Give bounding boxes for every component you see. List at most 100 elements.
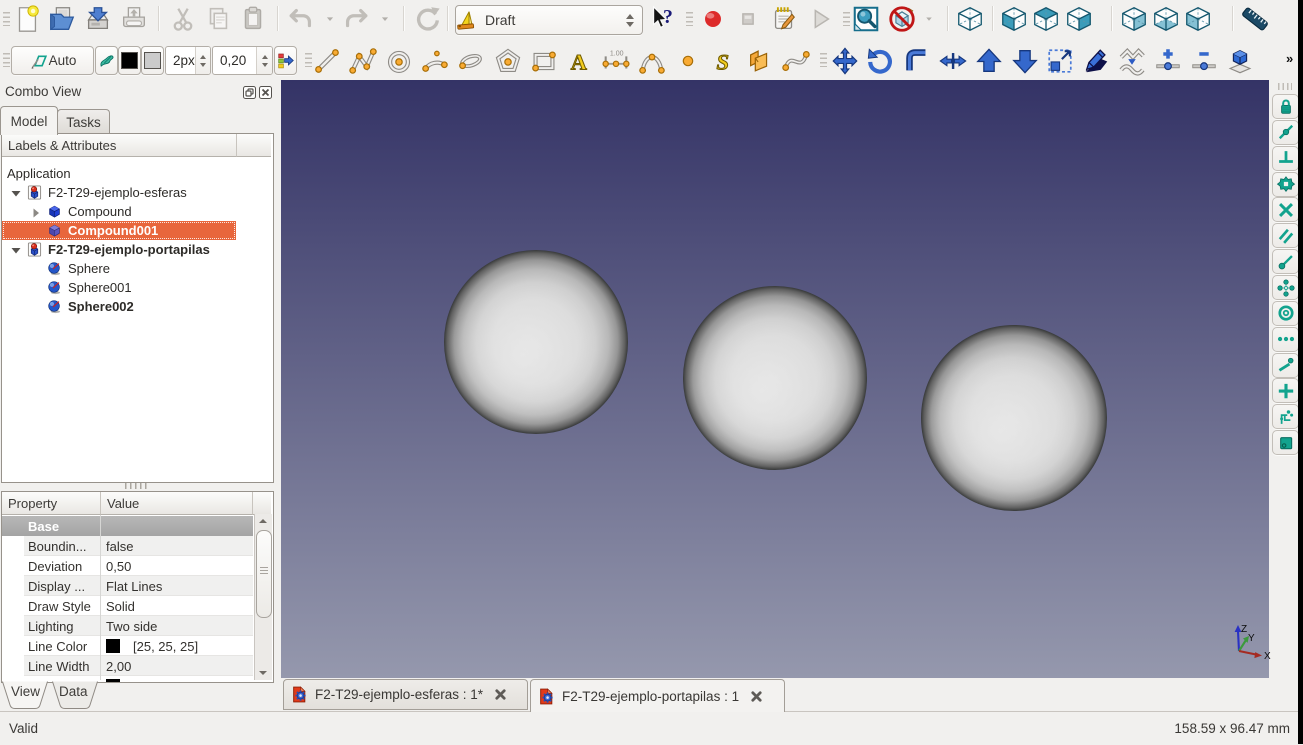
property-row-boundin-[interactable]: Boundin...false (2, 536, 253, 556)
new-document-button[interactable] (10, 2, 44, 36)
view-axonometric-button[interactable] (953, 2, 987, 36)
snap-ortho-button[interactable] (1272, 378, 1299, 403)
snap-lock-button[interactable] (1272, 94, 1299, 119)
tab-view[interactable]: View (11, 684, 40, 699)
close-tab-icon[interactable] (493, 688, 507, 702)
view-front-button[interactable] (997, 2, 1031, 36)
whats-this-button[interactable]: ? (646, 2, 680, 36)
property-row-line-color[interactable]: Line Color[25, 25, 25] (2, 636, 253, 656)
snap-midpoint-button[interactable] (1272, 120, 1299, 145)
draft-edit-button[interactable] (1079, 45, 1113, 77)
draft-circle-button[interactable] (382, 45, 416, 77)
fit-all-button[interactable] (849, 2, 883, 36)
copy-button[interactable] (201, 2, 235, 36)
tree-item-sphere002[interactable]: Sphere002 (2, 297, 273, 316)
construction-mode-button[interactable] (274, 46, 297, 75)
measure-distance-button[interactable] (1238, 2, 1272, 36)
collapse-arrow-icon[interactable] (30, 207, 39, 216)
toolbar-handle[interactable] (3, 53, 10, 67)
workbench-selector[interactable]: Draft (455, 5, 643, 35)
3d-viewport[interactable]: Z Y X (281, 80, 1269, 678)
snap-grid-button[interactable] (1272, 172, 1299, 197)
draft-upgrade-button[interactable] (972, 45, 1006, 77)
draw-style-dropdown-button[interactable] (921, 2, 937, 36)
undo-dropdown-button[interactable] (321, 2, 339, 36)
draft-bezier-button[interactable] (779, 45, 813, 77)
draft-text-button[interactable]: A (563, 45, 597, 77)
property-row-deviation[interactable]: Deviation0,50 (2, 556, 253, 576)
draft-wire-to-bspline-button[interactable] (1115, 45, 1149, 77)
draft-trimex-button[interactable] (936, 45, 970, 77)
save-document-button[interactable] (81, 2, 115, 36)
value-column-header[interactable]: Value (101, 492, 253, 515)
face-color-swatch[interactable] (141, 46, 164, 75)
toolbar-handle[interactable] (686, 12, 693, 26)
draft-scale-button[interactable] (1043, 45, 1077, 77)
tree-item-sphere[interactable]: Sphere (2, 259, 273, 278)
toolbar-overflow-indicator[interactable]: » (1286, 51, 1291, 66)
tab-model[interactable]: Model (0, 106, 58, 135)
float-button[interactable] (243, 86, 256, 99)
snap-endpoint-button[interactable] (1272, 249, 1299, 274)
draft-dimension-button[interactable]: 1.00 (599, 45, 633, 77)
tab-tasks[interactable]: Tasks (57, 109, 110, 134)
scrollbar-thumb[interactable] (256, 530, 272, 618)
draft-offset-button[interactable] (900, 45, 934, 77)
undo-button[interactable] (284, 2, 318, 36)
property-row-line-width[interactable]: Line Width2,00 (2, 656, 253, 676)
scroll-up-icon[interactable] (255, 514, 271, 528)
snap-toolbar-handle[interactable] (1278, 83, 1292, 90)
draft-move-button[interactable] (828, 45, 862, 77)
snap-center-button[interactable] (1272, 301, 1299, 326)
expand-arrow-icon[interactable] (10, 188, 19, 197)
tree-item-f2-t29-ejemplo-portapilas[interactable]: F2-T29-ejemplo-portapilas (2, 240, 273, 259)
sphere-object-0[interactable] (444, 250, 628, 434)
draft-add-point-button[interactable] (1151, 45, 1185, 77)
snap-special-button[interactable] (1272, 404, 1299, 429)
snap-intersection-button[interactable] (1272, 197, 1299, 222)
macro-record-button[interactable] (696, 2, 730, 36)
close-icon[interactable] (259, 86, 272, 99)
open-document-button[interactable] (45, 2, 79, 36)
snap-working-plane-button[interactable] (1272, 430, 1299, 455)
draft-downgrade-button[interactable] (1008, 45, 1042, 77)
draft-shape-2d-view-button[interactable] (1223, 45, 1257, 77)
tree-item-compound001[interactable]: Compound001 (2, 221, 273, 240)
scale-spinner[interactable]: 0,20 (212, 46, 273, 75)
tab-data[interactable]: Data (59, 684, 88, 699)
tree-item-compound[interactable]: Compound (2, 202, 273, 221)
close-tab-icon[interactable] (749, 689, 763, 703)
expand-arrow-icon[interactable] (10, 245, 19, 254)
toolbar-handle[interactable] (3, 12, 10, 26)
draft-wire-button[interactable] (346, 45, 380, 77)
draft-bspline-button[interactable] (635, 45, 669, 77)
view-rear-button[interactable] (1117, 2, 1151, 36)
property-column-header[interactable]: Property (2, 492, 101, 515)
tree-item-f2-t29-ejemplo-esferas[interactable]: F2-T29-ejemplo-esferas (2, 183, 273, 202)
view-left-button[interactable] (1181, 2, 1215, 36)
line-color-swatch[interactable] (118, 46, 141, 75)
workbench-selector-spinner[interactable] (626, 14, 634, 27)
sphere-object-2[interactable] (921, 325, 1107, 511)
property-row-draw-style[interactable]: Draw StyleSolid (2, 596, 253, 616)
property-scrollbar[interactable] (254, 514, 272, 680)
snap-parallel-button[interactable] (1272, 223, 1299, 248)
draw-style-button[interactable] (885, 2, 919, 36)
document-tab-0[interactable]: F2-T29-ejemplo-esferas : 1* (283, 679, 528, 710)
view-top-button[interactable] (1029, 2, 1063, 36)
scroll-down-icon[interactable] (255, 666, 271, 680)
line-width-spinner[interactable]: 2px (165, 46, 211, 75)
redo-button[interactable] (339, 2, 373, 36)
draft-rectangle-button[interactable] (527, 45, 561, 77)
tree-item-sphere001[interactable]: Sphere001 (2, 278, 273, 297)
view-right-button[interactable] (1062, 2, 1096, 36)
property-row-lighting[interactable]: LightingTwo side (2, 616, 253, 636)
draft-del-point-button[interactable] (1187, 45, 1221, 77)
tree-header[interactable]: Labels & Attributes (2, 134, 237, 157)
draft-line-button[interactable] (310, 45, 344, 77)
paste-button[interactable] (236, 2, 270, 36)
macro-play-button[interactable] (803, 2, 837, 36)
draft-shapestring-button[interactable]: S (707, 45, 741, 77)
macro-stop-button[interactable] (731, 2, 765, 36)
redo-dropdown-button[interactable] (376, 2, 394, 36)
